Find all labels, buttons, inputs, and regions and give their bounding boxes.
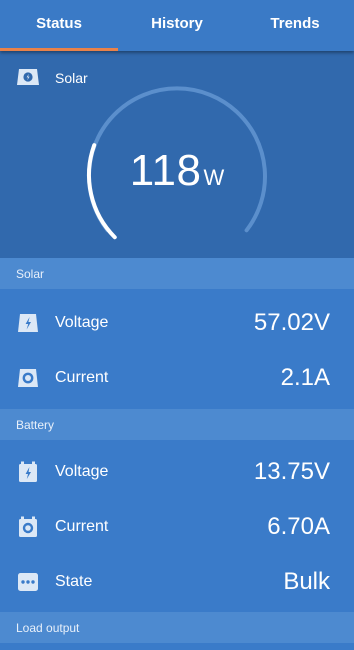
section-header-solar: Solar <box>0 258 354 289</box>
battery-state-row: State Bulk <box>0 554 354 609</box>
solar-current-row: Current 2.1A <box>0 350 354 405</box>
solar-voltage-value: 57.02V <box>253 308 330 336</box>
lightning-icon <box>18 313 38 332</box>
power-unit: W <box>203 165 225 190</box>
solar-current-value: 2.1A <box>280 363 330 391</box>
section-header-load-output: Load output <box>0 612 354 643</box>
battery-current-value: 6.70A <box>267 512 330 540</box>
section-title: Load output <box>16 620 80 635</box>
battery-current-icon <box>19 516 37 537</box>
battery-voltage-value: 13.75V <box>253 457 330 485</box>
section-title: Battery <box>16 417 55 432</box>
battery-voltage-label: Voltage <box>55 462 109 480</box>
current-icon <box>18 368 38 387</box>
battery-lightning-icon <box>19 461 37 482</box>
tab-status[interactable]: Status <box>0 0 118 51</box>
battery-current-row: Current 6.70A <box>0 499 354 554</box>
battery-current-label: Current <box>55 517 109 535</box>
more-dots-icon <box>18 572 38 591</box>
tab-history[interactable]: History <box>118 0 236 51</box>
tab-trends[interactable]: Trends <box>236 0 354 51</box>
solar-power-panel: Solar 118W <box>0 51 354 258</box>
battery-voltage-row: Voltage 13.75V <box>0 444 354 499</box>
power-readout: 118W <box>0 146 354 196</box>
section-title: Solar <box>16 266 45 281</box>
battery-state-label: State <box>55 572 93 590</box>
solar-voltage-label: Voltage <box>55 313 109 331</box>
solar-voltage-row: Voltage 57.02V <box>0 295 354 350</box>
section-header-battery: Battery <box>0 409 354 440</box>
power-value: 118 <box>129 146 202 195</box>
solar-current-label: Current <box>55 368 109 386</box>
battery-state-value: Bulk <box>283 567 330 595</box>
tab-bar: Status History Trends <box>0 0 354 51</box>
